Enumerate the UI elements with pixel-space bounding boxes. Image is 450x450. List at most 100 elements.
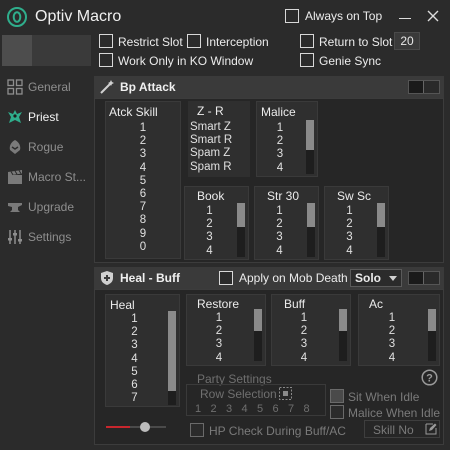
interception-checkbox[interactable] <box>187 34 201 48</box>
heal-scrollbar[interactable] <box>168 311 176 405</box>
slider-fill <box>106 426 130 428</box>
minimize-icon <box>399 18 411 19</box>
sidebar-item-rogue[interactable]: Rogue <box>0 134 90 160</box>
malice-when-idle-label: Malice When Idle <box>348 406 441 420</box>
swsc-scrollbar[interactable] <box>377 203 385 257</box>
toggle-knob <box>423 272 439 284</box>
hp-check-checkbox[interactable] <box>190 423 204 437</box>
row-number[interactable]: 8 <box>304 403 310 415</box>
scrollbar-thumb[interactable] <box>237 203 245 227</box>
genie-sync-label: Genie Sync <box>319 54 382 68</box>
mode-select-value: Solo <box>355 271 381 285</box>
list-header: Ac <box>369 297 384 311</box>
apply-on-mob-death-checkbox[interactable] <box>219 271 233 285</box>
profile-swatch[interactable] <box>2 35 91 66</box>
interception-label: Interception <box>206 35 269 49</box>
minimize-button[interactable] <box>396 8 414 24</box>
malice-scrollbar[interactable] <box>306 120 314 174</box>
str30-list[interactable]: Str 30 1 2 3 4 <box>254 186 319 260</box>
help-icon: ? <box>421 369 438 386</box>
sidebar-item-macro-studio[interactable]: Macro St... <box>0 164 90 190</box>
restore-list[interactable]: Restore 1 2 3 4 <box>186 294 266 366</box>
sit-when-idle-checkbox[interactable] <box>330 389 344 403</box>
row-number[interactable]: 2 <box>211 403 217 415</box>
sidebar-item-label: General <box>28 80 71 94</box>
app-logo-icon <box>7 7 27 27</box>
list-header: Buff <box>284 297 306 311</box>
list-header: Book <box>197 189 225 203</box>
buff-list[interactable]: Buff 1 2 3 4 <box>271 294 351 366</box>
work-only-ko-checkbox[interactable] <box>99 53 113 67</box>
always-on-top-checkbox[interactable] <box>285 9 299 23</box>
list-header: Sw Sc <box>337 189 372 203</box>
toggle-knob <box>423 81 439 93</box>
sidebar: General Priest Rogue Macro St... Upgrade… <box>0 72 90 450</box>
malice-list[interactable]: Malice 1 2 3 4 <box>256 101 318 177</box>
sidebar-item-label: Priest <box>28 110 59 124</box>
atck-skill-list[interactable]: Atck Skill 1 2 3 4 5 6 7 8 9 0 <box>105 101 181 259</box>
sidebar-item-label: Settings <box>28 230 72 244</box>
scrollbar-thumb[interactable] <box>306 120 314 150</box>
target-icon <box>279 387 292 400</box>
zr-list[interactable]: Z - R Smart Z Smart R Spam Z Spam R <box>188 101 250 177</box>
edit-icon <box>425 423 437 435</box>
close-button[interactable] <box>424 7 442 25</box>
swsc-list[interactable]: Sw Sc 1 2 3 4 <box>324 186 389 260</box>
heal-list[interactable]: Heal 1 2 3 4 5 6 7 8 <box>105 294 180 407</box>
row-number[interactable]: 6 <box>273 403 279 415</box>
ac-list[interactable]: Ac 1 2 3 4 <box>358 294 440 366</box>
genie-sync-checkbox[interactable] <box>300 53 314 67</box>
list-items: 1 2 3 4 <box>276 122 284 174</box>
sidebar-item-settings[interactable]: Settings <box>0 224 90 250</box>
sidebar-item-general[interactable]: General <box>0 74 90 100</box>
scrollbar-thumb[interactable] <box>377 203 385 227</box>
list-items: 1 2 3 4 <box>206 205 213 257</box>
sidebar-item-label: Macro St... <box>28 170 87 184</box>
mode-select[interactable]: Solo <box>350 269 402 287</box>
shield-plus-icon <box>99 270 115 286</box>
bp-attack-toggle[interactable] <box>408 80 440 94</box>
restrict-slot-checkbox[interactable] <box>99 34 113 48</box>
str30-scrollbar[interactable] <box>307 203 315 257</box>
sidebar-item-label: Rogue <box>28 140 64 154</box>
row-number[interactable]: 5 <box>257 403 263 415</box>
row-number[interactable]: 1 <box>195 403 201 415</box>
scrollbar-thumb[interactable] <box>339 309 347 331</box>
scrollbar-thumb[interactable] <box>254 309 262 331</box>
list-header: Restore <box>197 297 240 311</box>
list-header: Malice <box>261 105 296 119</box>
help-button[interactable]: ? <box>421 369 438 386</box>
restore-scrollbar[interactable] <box>254 309 262 361</box>
slider-handle[interactable] <box>140 422 150 432</box>
return-slot-input[interactable]: 20 <box>394 32 420 50</box>
sit-when-idle-label: Sit When Idle <box>348 390 420 404</box>
title-bar: Optiv Macro Always on Top <box>0 0 450 32</box>
row-number[interactable]: 4 <box>242 403 248 415</box>
scrollbar-thumb[interactable] <box>307 203 315 227</box>
list-header: Z - R <box>197 104 224 118</box>
skill-no-button[interactable]: Skill No <box>364 420 440 438</box>
heal-buff-header: Heal - Buff Apply on Mob Death Solo <box>94 267 444 289</box>
row-number[interactable]: 3 <box>226 403 232 415</box>
sidebar-item-upgrade[interactable]: Upgrade <box>0 194 90 220</box>
buff-scrollbar[interactable] <box>339 309 347 361</box>
ac-scrollbar[interactable] <box>428 309 436 361</box>
book-list[interactable]: Book 1 2 3 4 <box>184 186 249 260</box>
sidebar-item-priest[interactable]: Priest <box>0 104 90 130</box>
list-items: Smart Z Smart R Spam Z Spam R <box>190 121 233 173</box>
close-icon <box>427 10 439 22</box>
restrict-slot-label: Restrict Slot <box>118 35 183 49</box>
scrollbar-thumb[interactable] <box>168 311 176 391</box>
heal-buff-title: Heal - Buff <box>120 271 180 285</box>
row-number[interactable]: 7 <box>288 403 294 415</box>
scrollbar-thumb[interactable] <box>428 309 436 331</box>
chevron-down-icon <box>389 276 397 281</box>
anvil-icon <box>7 199 23 215</box>
book-scrollbar[interactable] <box>237 203 245 257</box>
malice-when-idle-checkbox[interactable] <box>330 405 344 419</box>
return-to-slot-checkbox[interactable] <box>300 34 314 48</box>
heal-threshold-slider[interactable] <box>106 422 166 432</box>
rogue-icon <box>7 139 23 155</box>
heal-buff-toggle[interactable] <box>408 271 440 285</box>
list-header: Atck Skill <box>109 105 158 119</box>
